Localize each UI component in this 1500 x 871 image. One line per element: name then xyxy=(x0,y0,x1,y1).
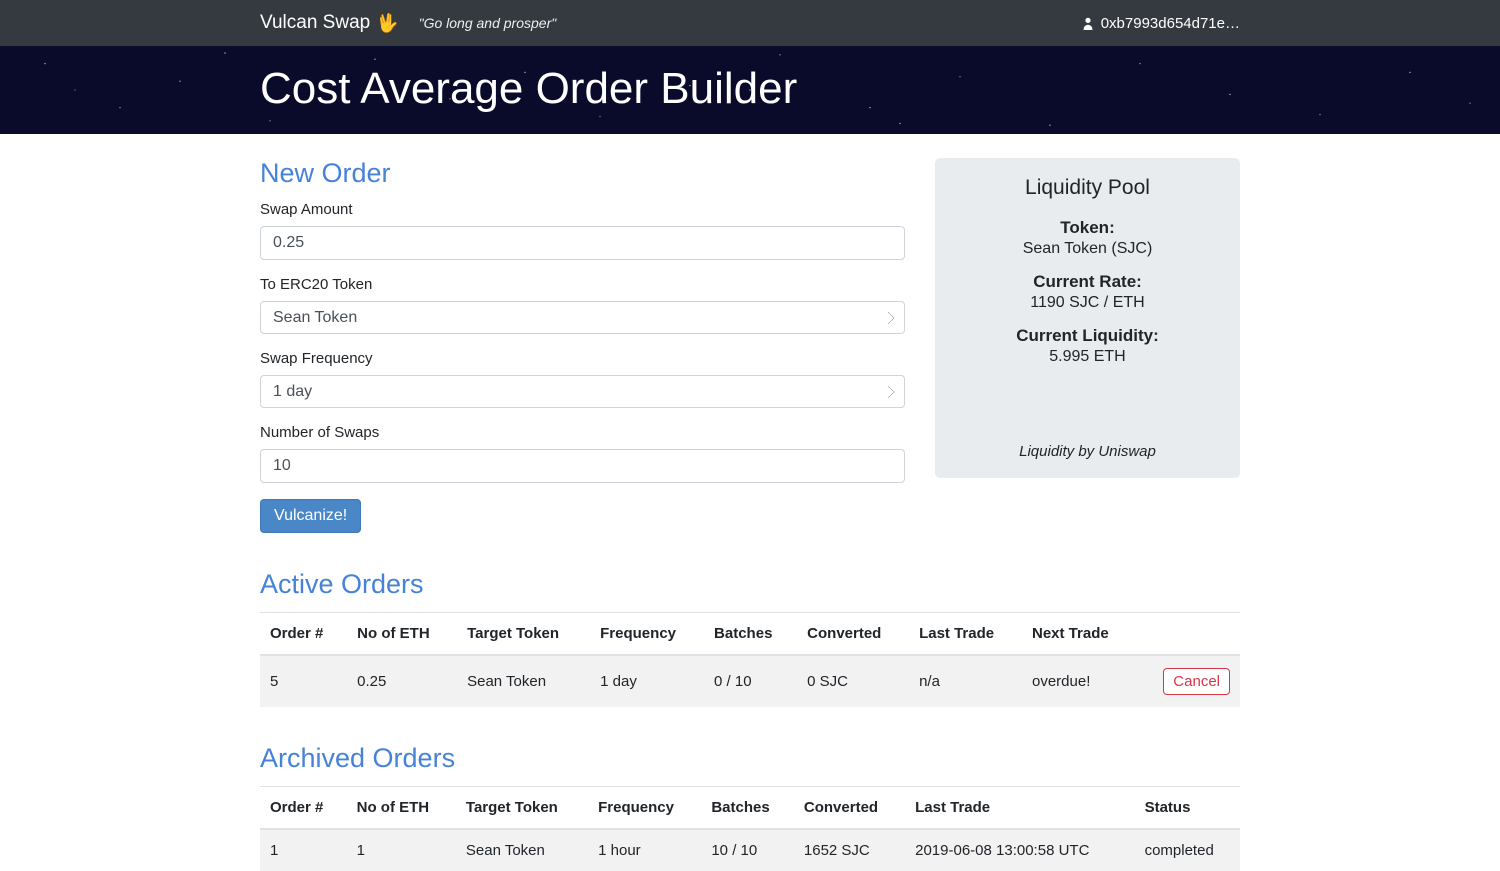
cell-last: n/a xyxy=(909,655,1022,707)
col-status: Status xyxy=(1135,787,1240,830)
col-eth: No of ETH xyxy=(347,787,456,830)
num-swaps-label: Number of Swaps xyxy=(260,424,905,441)
pool-token-value: Sean Token (SJC) xyxy=(955,240,1220,258)
col-freq: Frequency xyxy=(588,787,701,830)
vulcan-icon: 🖖 xyxy=(376,13,398,34)
navbar: Vulcan Swap 🖖 "Go long and prosper" 0xb7… xyxy=(0,0,1500,46)
pool-rate-value: 1190 SJC / ETH xyxy=(955,294,1220,312)
pool-heading: Liquidity Pool xyxy=(955,176,1220,200)
vulcanize-button[interactable]: Vulcanize! xyxy=(260,499,361,533)
frequency-label: Swap Frequency xyxy=(260,350,905,367)
cell-token: Sean Token xyxy=(457,655,590,707)
pool-rate-label: Current Rate: xyxy=(955,272,1220,292)
col-action xyxy=(1137,613,1240,656)
user-icon xyxy=(1081,16,1095,30)
brand-text: Vulcan Swap xyxy=(260,12,370,34)
cell-converted: 0 SJC xyxy=(797,655,909,707)
page-title: Cost Average Order Builder xyxy=(260,64,1240,114)
pool-token-label: Token: xyxy=(955,218,1220,238)
cell-freq: 1 day xyxy=(590,655,704,707)
token-select[interactable]: Sean Token xyxy=(260,301,905,334)
col-converted: Converted xyxy=(797,613,909,656)
table-row: 5 0.25 Sean Token 1 day 0 / 10 0 SJC n/a… xyxy=(260,655,1240,707)
col-freq: Frequency xyxy=(590,613,704,656)
active-orders-heading: Active Orders xyxy=(260,569,1240,600)
pool-liquidity-label: Current Liquidity: xyxy=(955,326,1220,346)
archived-orders-table: Order # No of ETH Target Token Frequency… xyxy=(260,786,1240,871)
swap-amount-label: Swap Amount xyxy=(260,201,905,218)
archived-orders-heading: Archived Orders xyxy=(260,743,1240,774)
cancel-button[interactable]: Cancel xyxy=(1163,668,1230,695)
cell-last: 2019-06-08 13:00:58 UTC xyxy=(905,829,1134,871)
col-order: Order # xyxy=(260,787,347,830)
cell-status: completed xyxy=(1135,829,1240,871)
col-next: Next Trade xyxy=(1022,613,1137,656)
col-order: Order # xyxy=(260,613,347,656)
cell-batches: 0 / 10 xyxy=(704,655,797,707)
table-row: 1 1 Sean Token 1 hour 10 / 10 1652 SJC 2… xyxy=(260,829,1240,871)
col-batches: Batches xyxy=(701,787,794,830)
cell-order: 5 xyxy=(260,655,347,707)
cell-freq: 1 hour xyxy=(588,829,701,871)
liquidity-pool-card: Liquidity Pool Token: Sean Token (SJC) C… xyxy=(935,158,1240,478)
motto: "Go long and prosper" xyxy=(419,15,557,31)
cell-token: Sean Token xyxy=(456,829,588,871)
cell-batches: 10 / 10 xyxy=(701,829,794,871)
cell-next: overdue! xyxy=(1022,655,1137,707)
active-orders-table: Order # No of ETH Target Token Frequency… xyxy=(260,612,1240,707)
col-last: Last Trade xyxy=(905,787,1134,830)
num-swaps-input[interactable] xyxy=(260,449,905,483)
cell-eth: 0.25 xyxy=(347,655,457,707)
col-token: Target Token xyxy=(456,787,588,830)
col-token: Target Token xyxy=(457,613,590,656)
cell-order: 1 xyxy=(260,829,347,871)
cell-eth: 1 xyxy=(347,829,456,871)
col-batches: Batches xyxy=(704,613,797,656)
frequency-select[interactable]: 1 day xyxy=(260,375,905,408)
col-converted: Converted xyxy=(794,787,905,830)
pool-liquidity-value: 5.995 ETH xyxy=(955,348,1220,366)
cell-converted: 1652 SJC xyxy=(794,829,905,871)
wallet-text: 0xb7993d654d71e… xyxy=(1101,15,1240,32)
hero: Cost Average Order Builder xyxy=(0,46,1500,134)
new-order-heading: New Order xyxy=(260,158,905,189)
swap-amount-input[interactable] xyxy=(260,226,905,260)
wallet-address[interactable]: 0xb7993d654d71e… xyxy=(1081,15,1240,32)
brand[interactable]: Vulcan Swap 🖖 xyxy=(260,12,399,34)
col-eth: No of ETH xyxy=(347,613,457,656)
col-last: Last Trade xyxy=(909,613,1022,656)
token-label: To ERC20 Token xyxy=(260,276,905,293)
pool-footer: Liquidity by Uniswap xyxy=(955,443,1220,460)
